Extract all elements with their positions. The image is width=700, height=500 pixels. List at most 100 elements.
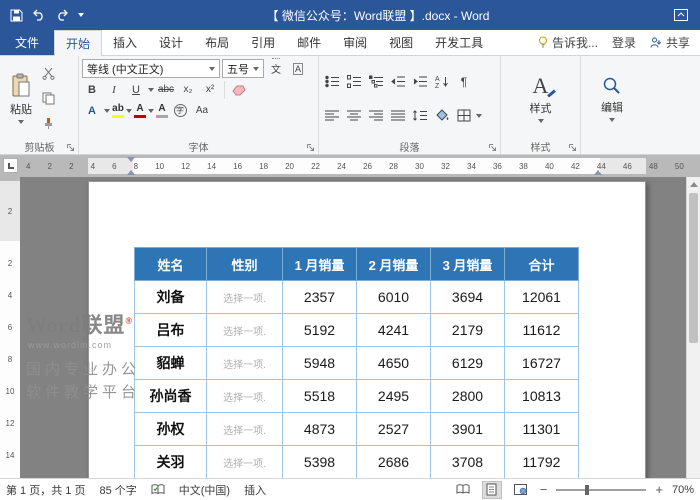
underline-dropdown-icon[interactable] (148, 87, 154, 92)
table-cell[interactable]: 5398 (282, 445, 357, 478)
shading-button[interactable] (432, 106, 452, 125)
show-formatting-marks-button[interactable]: ¶ (454, 72, 474, 91)
table-cell[interactable]: 2800 (430, 379, 505, 413)
character-border-button[interactable]: A (288, 59, 308, 78)
paragraph-dialog-launcher[interactable] (489, 144, 497, 152)
table-cell[interactable]: 11301 (504, 412, 579, 446)
table-cell[interactable]: 2357 (282, 280, 357, 314)
character-shading-button[interactable]: A (156, 103, 168, 118)
table-cell[interactable]: 吕布 (134, 313, 207, 347)
tab-审阅[interactable]: 审阅 (332, 30, 378, 55)
gender-select-cell[interactable]: 选择一项. (206, 445, 283, 478)
borders-button[interactable] (454, 106, 474, 125)
right-indent-marker[interactable] (594, 170, 602, 175)
table-cell[interactable]: 5948 (282, 346, 357, 380)
tab-引用[interactable]: 引用 (240, 30, 286, 55)
proofing-icon[interactable] (151, 483, 165, 496)
table-cell[interactable]: 2179 (430, 313, 505, 347)
table-header-cell[interactable]: 姓名 (134, 247, 207, 281)
table-cell[interactable]: 6010 (356, 280, 431, 314)
tab-开发工具[interactable]: 开发工具 (424, 30, 494, 55)
italic-button[interactable]: I (104, 80, 124, 99)
read-mode-button[interactable] (453, 481, 473, 499)
table-header-cell[interactable]: 1 月销量 (282, 247, 357, 281)
table-cell[interactable]: 16727 (504, 346, 579, 380)
table-cell[interactable]: 6129 (430, 346, 505, 380)
gender-select-cell[interactable]: 选择一项. (206, 379, 283, 413)
justify-button[interactable] (388, 106, 408, 125)
gender-select-cell[interactable]: 选择一项. (206, 412, 283, 446)
table-cell[interactable]: 10813 (504, 379, 579, 413)
horizontal-ruler[interactable]: 4 2 2 4 6 8 10 12 14 16 18 20 22 24 26 28 30 32 34 36 38 40 42… (0, 155, 700, 177)
copy-button[interactable] (38, 89, 58, 108)
styles-dialog-launcher[interactable] (569, 144, 577, 152)
gender-select-cell[interactable]: 选择一项. (206, 280, 283, 314)
ribbon-display-options-icon[interactable] (674, 9, 688, 21)
align-left-button[interactable] (322, 106, 342, 125)
underline-button[interactable]: U (126, 80, 146, 99)
align-right-button[interactable] (366, 106, 386, 125)
highlight-dropdown-icon[interactable] (126, 108, 132, 113)
scroll-up-icon[interactable] (690, 182, 698, 187)
sales-table[interactable]: 姓名 性别 1 月销量 2 月销量 3 月销量 合计 刘备 选择一项. 2357 6010 369… (134, 247, 579, 478)
zoom-slider[interactable] (556, 484, 647, 495)
vertical-scrollbar[interactable] (686, 177, 700, 478)
styles-button[interactable]: A 样式 (524, 59, 558, 138)
table-cell[interactable]: 2495 (356, 379, 431, 413)
table-cell[interactable]: 2527 (356, 412, 431, 446)
language-indicator[interactable]: 中文(中国) (179, 482, 230, 498)
table-cell[interactable]: 5518 (282, 379, 357, 413)
bullets-button[interactable] (322, 72, 342, 91)
table-cell[interactable]: 3694 (430, 280, 505, 314)
zoom-in-button[interactable]: + (655, 483, 663, 496)
text-highlight-button[interactable]: ab (112, 103, 124, 118)
table-cell[interactable]: 2686 (356, 445, 431, 478)
clipboard-dialog-launcher[interactable] (67, 144, 75, 152)
table-cell[interactable]: 孙权 (134, 412, 207, 446)
tab-布局[interactable]: 布局 (194, 30, 240, 55)
document-page[interactable]: 姓名 性别 1 月销量 2 月销量 3 月销量 合计 刘备 选择一项. 2357 6010 369… (88, 181, 646, 478)
change-case-button[interactable]: Aa (192, 101, 212, 120)
cut-button[interactable] (38, 64, 58, 83)
table-cell[interactable]: 关羽 (134, 445, 207, 478)
tab-file[interactable]: 文件 (0, 30, 55, 55)
zoom-slider-thumb[interactable] (585, 484, 590, 495)
gender-select-cell[interactable]: 选择一项. (206, 313, 283, 347)
line-spacing-button[interactable] (410, 106, 430, 125)
font-color-button[interactable]: A (134, 103, 146, 118)
web-layout-button[interactable] (511, 481, 531, 499)
bold-button[interactable]: B (82, 80, 102, 99)
editing-button[interactable]: 编辑 (595, 59, 629, 138)
save-icon[interactable] (10, 9, 23, 22)
enclose-characters-button[interactable]: 字 (170, 101, 190, 120)
font-name-combo[interactable]: 等线 (中文正文) (82, 59, 220, 78)
sign-in-button[interactable]: 登录 (612, 34, 636, 51)
tab-邮件[interactable]: 邮件 (286, 30, 332, 55)
scrollbar-thumb[interactable] (689, 193, 698, 343)
table-cell[interactable]: 4873 (282, 412, 357, 446)
tab-视图[interactable]: 视图 (378, 30, 424, 55)
table-header-cell[interactable]: 3 月销量 (430, 247, 505, 281)
insert-mode-indicator[interactable]: 插入 (244, 482, 266, 498)
table-cell[interactable]: 刘备 (134, 280, 207, 314)
table-cell[interactable]: 貂蝉 (134, 346, 207, 380)
table-header-cell[interactable]: 2 月销量 (356, 247, 431, 281)
increase-indent-button[interactable] (410, 72, 430, 91)
text-effects-dropdown-icon[interactable] (104, 108, 110, 113)
hanging-indent-marker[interactable] (127, 170, 135, 175)
table-cell[interactable]: 3708 (430, 445, 505, 478)
first-line-indent-marker[interactable] (127, 157, 135, 162)
zoom-out-button[interactable]: − (540, 483, 548, 496)
gender-select-cell[interactable]: 选择一项. (206, 346, 283, 380)
paste-button[interactable]: 粘贴 (4, 59, 38, 138)
font-dialog-launcher[interactable] (307, 144, 315, 152)
share-button[interactable]: 共享 (650, 34, 690, 51)
text-effects-button[interactable]: A (82, 101, 102, 120)
font-size-combo[interactable]: 五号 (222, 59, 264, 78)
align-center-button[interactable] (344, 106, 364, 125)
zoom-level[interactable]: 70% (672, 484, 694, 496)
superscript-button[interactable]: x² (200, 80, 220, 99)
font-color-dropdown-icon[interactable] (148, 108, 154, 113)
table-header-cell[interactable]: 合计 (504, 247, 579, 281)
table-cell[interactable]: 4241 (356, 313, 431, 347)
